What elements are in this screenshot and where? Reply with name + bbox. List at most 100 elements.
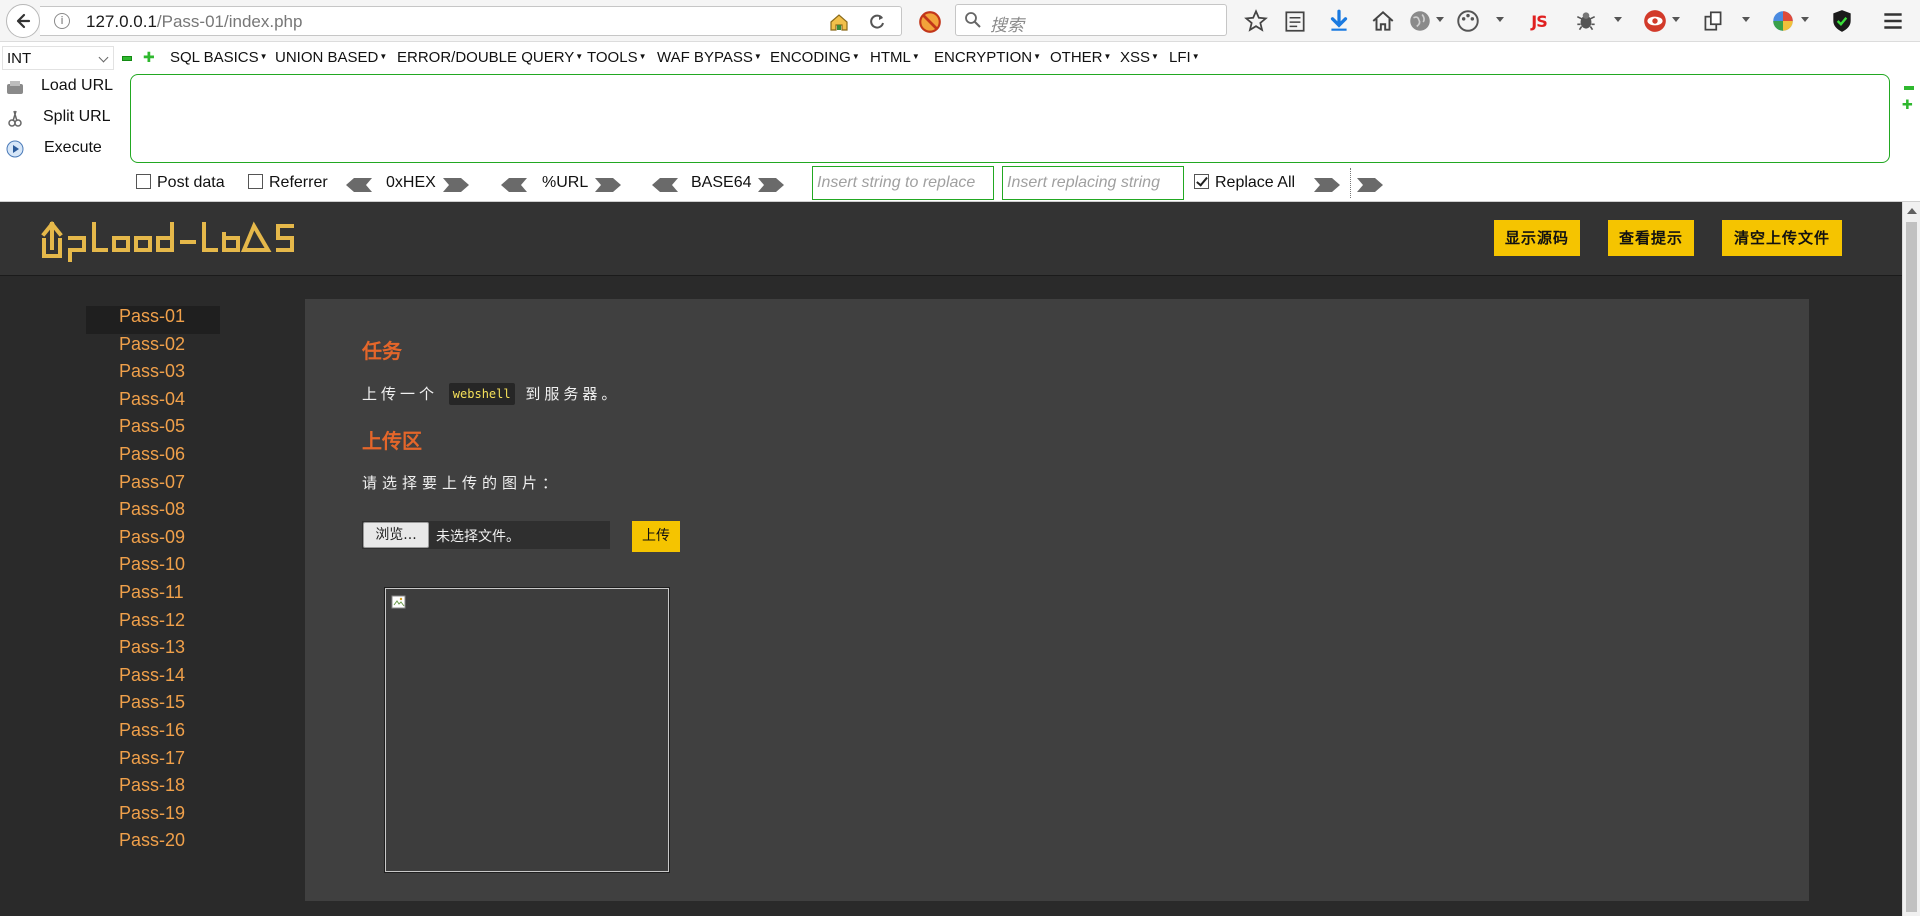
- type-select[interactable]: INT: [2, 46, 114, 70]
- upload-button[interactable]: 上传: [632, 521, 680, 552]
- browse-button[interactable]: 浏览...: [363, 522, 429, 548]
- load-url-button[interactable]: Load URL: [6, 74, 130, 100]
- search-bar[interactable]: 搜索: [955, 4, 1227, 36]
- info-icon[interactable]: i: [54, 13, 70, 29]
- task-suffix: 到服务器。: [525, 385, 621, 403]
- upload-labs-logo[interactable]: [40, 216, 302, 267]
- sidebar-item-pass-14[interactable]: Pass-14: [86, 665, 220, 693]
- post-data-toggle[interactable]: Post data: [136, 174, 225, 192]
- google-dropdown-icon[interactable]: [1801, 17, 1809, 22]
- back-button[interactable]: [6, 4, 40, 38]
- show-hint-button[interactable]: 查看提示: [1608, 220, 1694, 256]
- post-data-checkbox[interactable]: [136, 174, 151, 189]
- referrer-label: Referrer: [269, 174, 328, 191]
- copy-icon[interactable]: [1700, 8, 1726, 34]
- google-icon[interactable]: [1770, 8, 1796, 34]
- image-preview: [384, 587, 670, 873]
- menu-icon[interactable]: [1880, 8, 1906, 34]
- show-source-button[interactable]: 显示源码: [1494, 220, 1580, 256]
- file-input[interactable]: 浏览... 未选择文件。: [362, 521, 610, 549]
- shield-icon[interactable]: [1829, 8, 1855, 34]
- replacing-string-input[interactable]: Insert replacing string: [1002, 166, 1184, 200]
- menu-lfi[interactable]: LFI▼: [1169, 49, 1200, 66]
- menu-encryption[interactable]: ENCRYPTION▼: [934, 49, 1041, 66]
- menu-other[interactable]: OTHER▼: [1050, 49, 1111, 66]
- palette-icon[interactable]: [1455, 8, 1481, 34]
- base64-decode-arrow-icon[interactable]: [650, 176, 680, 194]
- menu-tools[interactable]: TOOLS▼: [587, 49, 647, 66]
- bookmark-star-icon[interactable]: [1243, 8, 1269, 34]
- referrer-checkbox[interactable]: [248, 174, 263, 189]
- referrer-toggle[interactable]: Referrer: [248, 174, 328, 192]
- pass-sidebar: Pass-01 Pass-02 Pass-03 Pass-04 Pass-05 …: [86, 306, 220, 858]
- sidebar-item-pass-02[interactable]: Pass-02: [86, 334, 220, 362]
- sidebar-item-pass-04[interactable]: Pass-04: [86, 389, 220, 417]
- sidebar-item-pass-01[interactable]: Pass-01: [86, 306, 220, 334]
- menu-waf-bypass[interactable]: WAF BYPASS▼: [657, 49, 762, 66]
- sidebar-item-pass-10[interactable]: Pass-10: [86, 554, 220, 582]
- sidebar-item-pass-03[interactable]: Pass-03: [86, 361, 220, 389]
- chevron-down-icon: [98, 52, 109, 63]
- menu-xss[interactable]: XSS▼: [1120, 49, 1159, 66]
- replace-string-input[interactable]: Insert string to replace: [812, 166, 994, 200]
- sidebar-item-pass-08[interactable]: Pass-08: [86, 499, 220, 527]
- split-url-label: Split URL: [43, 108, 111, 125]
- sidebar-item-pass-18[interactable]: Pass-18: [86, 775, 220, 803]
- bug-icon[interactable]: [1573, 8, 1599, 34]
- plus-icon[interactable]: ✚: [143, 50, 155, 66]
- sidebar-item-pass-06[interactable]: Pass-06: [86, 444, 220, 472]
- scrollbar-thumb[interactable]: [1906, 222, 1917, 912]
- home-icon[interactable]: [1370, 8, 1396, 34]
- scroll-up-icon[interactable]: [1907, 208, 1917, 214]
- red-eye-dropdown-icon[interactable]: [1672, 17, 1680, 22]
- js-icon[interactable]: JS: [1526, 8, 1552, 34]
- copy-dropdown-icon[interactable]: [1742, 17, 1750, 22]
- minus-icon[interactable]: [1904, 86, 1914, 90]
- reading-list-icon[interactable]: [1282, 8, 1308, 34]
- sidebar-item-pass-09[interactable]: Pass-09: [86, 527, 220, 555]
- replace-all-checkbox[interactable]: [1194, 174, 1209, 189]
- base64-label: BASE64: [691, 174, 752, 191]
- palette-dropdown-icon[interactable]: [1496, 17, 1504, 22]
- replace-all-toggle[interactable]: Replace All: [1194, 174, 1295, 192]
- menu-sql-basics[interactable]: SQL BASICS▼: [170, 49, 268, 66]
- split-url-button[interactable]: Split URL: [6, 105, 130, 131]
- globe-icon[interactable]: [1407, 8, 1433, 34]
- base64-encode-arrow-icon[interactable]: [756, 176, 786, 194]
- url-decode-arrow-icon[interactable]: [499, 176, 529, 194]
- menu-html[interactable]: HTML▼: [870, 49, 920, 66]
- sidebar-item-pass-19[interactable]: Pass-19: [86, 803, 220, 831]
- reload-icon[interactable]: [866, 11, 888, 33]
- menu-encoding[interactable]: ENCODING▼: [770, 49, 860, 66]
- sidebar-item-pass-11[interactable]: Pass-11: [86, 582, 220, 610]
- url-textarea[interactable]: [130, 74, 1890, 163]
- clear-uploads-button[interactable]: 清空上传文件: [1722, 220, 1842, 256]
- minus-icon[interactable]: [122, 56, 132, 61]
- home-icon[interactable]: [828, 11, 850, 33]
- red-eye-icon[interactable]: [1642, 8, 1668, 34]
- hex-encode-arrow-icon[interactable]: [441, 176, 471, 194]
- plus-icon[interactable]: ✚: [1902, 98, 1913, 113]
- sidebar-item-pass-05[interactable]: Pass-05: [86, 416, 220, 444]
- sidebar-item-pass-20[interactable]: Pass-20: [86, 830, 220, 858]
- replace-all-arrow-icon[interactable]: [1355, 176, 1385, 194]
- execute-button[interactable]: Execute: [6, 136, 130, 162]
- url-text[interactable]: 127.0.0.1/Pass-01/index.php: [86, 12, 302, 32]
- url-bar[interactable]: i 127.0.0.1/Pass-01/index.php: [40, 6, 902, 36]
- page-scrollbar[interactable]: [1902, 202, 1920, 916]
- globe-dropdown-icon[interactable]: [1436, 17, 1444, 22]
- replace-arrow-icon[interactable]: [1312, 176, 1342, 194]
- download-icon[interactable]: [1326, 8, 1352, 34]
- url-encode-arrow-icon[interactable]: [593, 176, 623, 194]
- sidebar-item-pass-15[interactable]: Pass-15: [86, 692, 220, 720]
- sidebar-item-pass-17[interactable]: Pass-17: [86, 748, 220, 776]
- bug-dropdown-icon[interactable]: [1614, 17, 1622, 22]
- sidebar-item-pass-13[interactable]: Pass-13: [86, 637, 220, 665]
- menu-union-based[interactable]: UNION BASED▼: [275, 49, 387, 66]
- menu-error-double-query[interactable]: ERROR/DOUBLE QUERY▼: [397, 49, 583, 66]
- hex-decode-arrow-icon[interactable]: [344, 176, 374, 194]
- block-icon[interactable]: [917, 9, 943, 35]
- sidebar-item-pass-16[interactable]: Pass-16: [86, 720, 220, 748]
- sidebar-item-pass-07[interactable]: Pass-07: [86, 472, 220, 500]
- sidebar-item-pass-12[interactable]: Pass-12: [86, 610, 220, 638]
